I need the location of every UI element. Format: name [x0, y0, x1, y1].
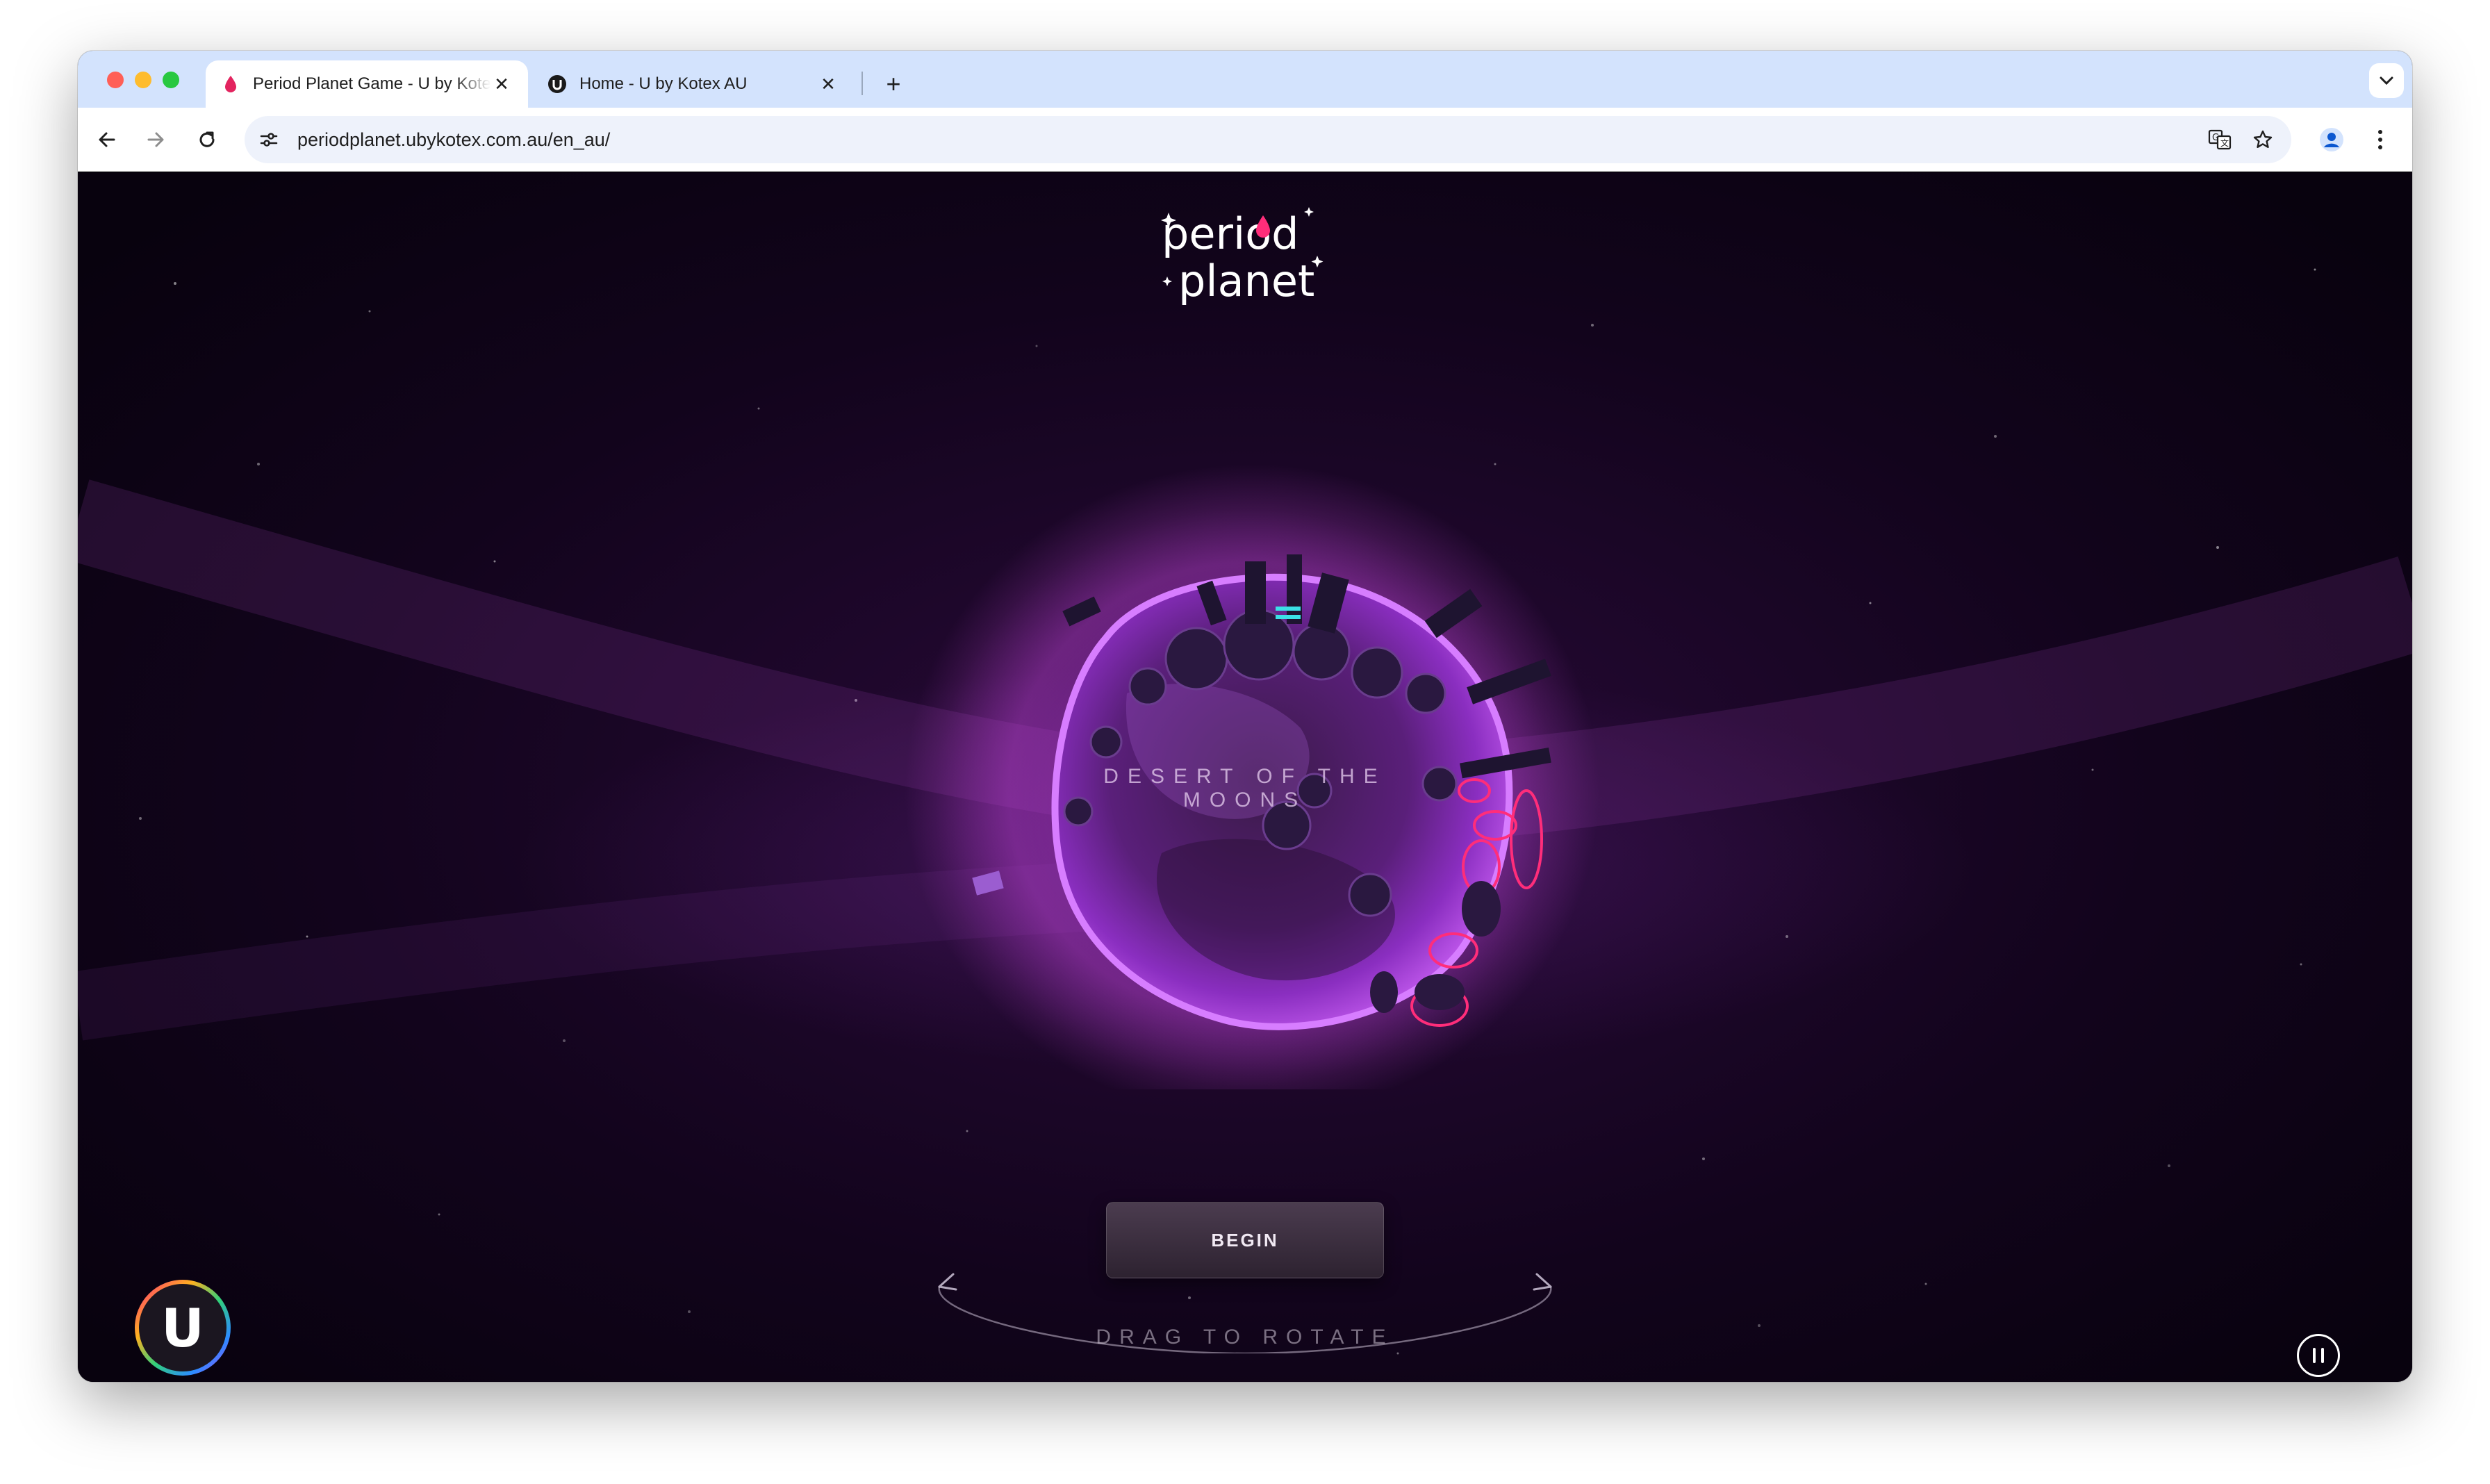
chevron-down-icon	[2380, 76, 2393, 85]
tab-divider	[861, 72, 863, 95]
planet-name-label: DESERT OF THE MOONS	[1103, 765, 1387, 811]
pause-icon	[2313, 1348, 2316, 1363]
svg-text:文: 文	[2220, 138, 2229, 148]
tab-search-button[interactable]	[2369, 63, 2404, 98]
back-button[interactable]	[88, 120, 126, 159]
tab-title: Period Planet Game - U by Kotex	[253, 74, 490, 93]
tab-title: Home - U by Kotex AU	[579, 74, 748, 93]
arrow-right-icon	[147, 132, 164, 147]
browser-toolbar: periodplanet.ubykotex.com.au/en_au/ G文	[78, 108, 2412, 172]
sparkle-icon	[1304, 207, 1314, 217]
u-by-kotex-badge[interactable]: U	[132, 1277, 233, 1378]
reload-button[interactable]	[188, 120, 226, 159]
sparkle-icon	[1162, 277, 1172, 286]
menu-button[interactable]	[2361, 120, 2400, 159]
forward-button[interactable]	[136, 120, 175, 159]
profile-avatar-icon	[2320, 128, 2343, 151]
url-text[interactable]: periodplanet.ubykotex.com.au/en_au/	[297, 129, 610, 151]
tab-strip: Period Planet Game - U by Kotex ✕ Home -…	[78, 51, 2412, 108]
logo-text-line1: period	[1162, 208, 1299, 259]
cyan-light-strip	[1276, 615, 1301, 619]
kebab-menu-icon	[2378, 130, 2382, 149]
minimize-window-button[interactable]	[135, 72, 151, 88]
arrow-left-icon	[938, 1273, 957, 1291]
droplet-icon	[221, 74, 240, 94]
reload-icon	[199, 131, 215, 147]
browser-window: Period Planet Game - U by Kotex ✕ Home -…	[78, 51, 2412, 1382]
close-tab-icon[interactable]: ✕	[490, 73, 513, 95]
bookmark-star-icon[interactable]	[2244, 121, 2282, 158]
pause-button[interactable]	[2297, 1334, 2340, 1377]
u-logo-icon	[547, 74, 567, 94]
close-window-button[interactable]	[107, 72, 124, 88]
cyan-light-strip	[1276, 607, 1301, 611]
address-bar[interactable]: periodplanet.ubykotex.com.au/en_au/ G文	[245, 116, 2291, 163]
logo-text-line2: planet	[1178, 256, 1314, 306]
game-canvas[interactable]: period planet DESERT OF THE MOONS BEGIN …	[78, 172, 2412, 1382]
u-logo-icon: U	[161, 1297, 204, 1359]
zoom-window-button[interactable]	[163, 72, 179, 88]
close-tab-icon[interactable]: ✕	[817, 73, 839, 95]
tab-period-planet[interactable]: Period Planet Game - U by Kotex ✕	[206, 60, 528, 108]
pause-icon	[2321, 1348, 2324, 1363]
profile-button[interactable]	[2312, 120, 2351, 159]
new-tab-button[interactable]: +	[874, 65, 913, 104]
arrow-right-icon	[1533, 1273, 1552, 1291]
translate-icon[interactable]: G文	[2201, 121, 2238, 158]
tab-home-u-by-kotex[interactable]: Home - U by Kotex AU ✕	[532, 60, 855, 108]
site-info-icon[interactable]	[250, 121, 288, 158]
period-planet-logo: period planet	[1161, 207, 1324, 306]
arrow-left-icon	[99, 132, 115, 147]
drag-to-rotate-hint: DRAG TO ROTATE	[1096, 1326, 1394, 1349]
